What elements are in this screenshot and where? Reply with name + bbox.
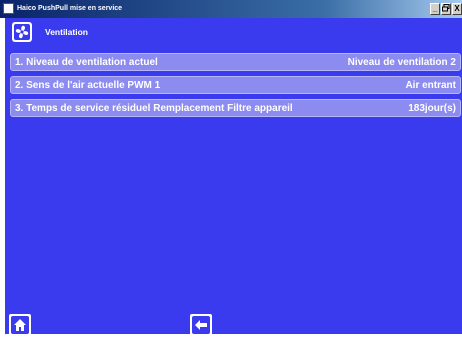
home-icon — [14, 319, 26, 331]
home-button[interactable] — [9, 314, 31, 336]
list-item-filter-remaining[interactable]: 3. Temps de service résiduel Remplacemen… — [10, 99, 461, 117]
row-value: 183jour(s) — [408, 103, 456, 114]
app-header: Ventilation — [5, 18, 462, 45]
row-label: 3. Temps de service résiduel Remplacemen… — [15, 103, 293, 114]
row-label: 2. Sens de l'air actuelle PWM 1 — [15, 80, 161, 91]
window-title: Haico PushPull mise en service — [17, 5, 123, 12]
app-icon — [3, 3, 14, 14]
row-value: Air entrant — [405, 80, 456, 91]
list-item-ventilation-level[interactable]: 1. Niveau de ventilation actuel Niveau d… — [10, 53, 461, 71]
page-title: Ventilation — [45, 27, 88, 37]
close-button[interactable]: X — [452, 3, 462, 15]
app-panel: Ventilation 1. Niveau de ventilation act… — [5, 18, 462, 336]
back-button[interactable] — [190, 314, 212, 336]
footer-bar — [5, 314, 462, 336]
window-controls: _ X — [430, 3, 462, 15]
window-titlebar: Haico PushPull mise en service _ X — [0, 0, 462, 18]
back-arrow-icon — [195, 320, 207, 330]
row-value: Niveau de ventilation 2 — [347, 57, 456, 68]
minimize-button[interactable]: _ — [430, 3, 440, 15]
maximize-button[interactable] — [441, 3, 451, 15]
row-label: 1. Niveau de ventilation actuel — [15, 57, 158, 68]
list-item-air-direction[interactable]: 2. Sens de l'air actuelle PWM 1 Air entr… — [10, 76, 461, 94]
fan-icon — [12, 22, 32, 42]
restore-icon — [442, 4, 450, 12]
